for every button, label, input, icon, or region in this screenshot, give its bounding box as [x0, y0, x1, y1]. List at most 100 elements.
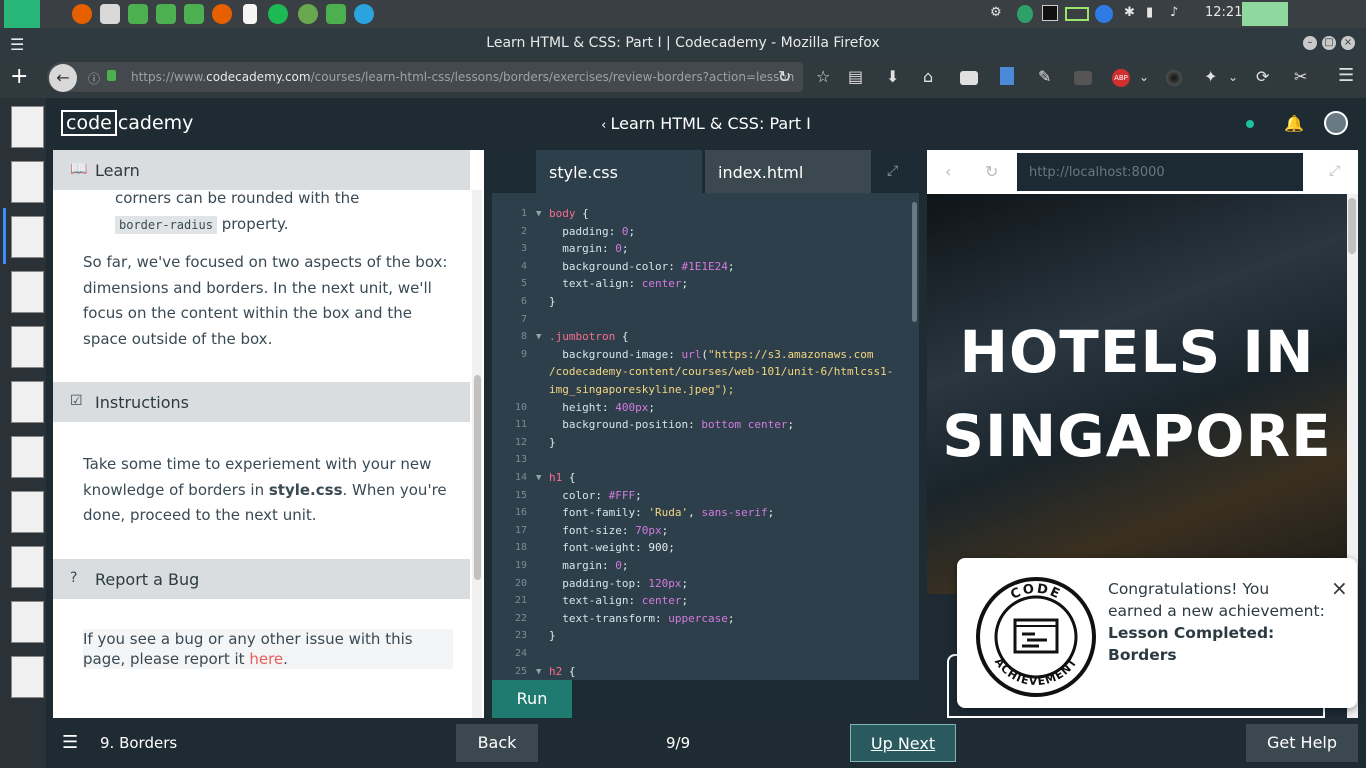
- folder-icon[interactable]: [156, 4, 176, 24]
- preview-reload-icon[interactable]: ↻: [985, 162, 998, 181]
- code-line[interactable]: 3 margin: 0;: [492, 240, 912, 258]
- sync-icon[interactable]: ⟳: [1256, 67, 1269, 86]
- up-next-button[interactable]: Up Next: [850, 724, 956, 762]
- tab-thumbnail[interactable]: [11, 161, 44, 203]
- report-link[interactable]: here: [249, 650, 283, 668]
- maximize-icon[interactable]: □: [1322, 36, 1336, 50]
- screen-icon[interactable]: [1042, 5, 1058, 21]
- expand-icon[interactable]: ⤢: [887, 163, 898, 179]
- close-icon[interactable]: ×: [1331, 576, 1348, 600]
- code-line[interactable]: 16 font-family: 'Ruda', sans-serif;: [492, 504, 912, 522]
- tab-thumbnail[interactable]: [11, 216, 44, 258]
- code-line[interactable]: img_singaporeskyline.jpeg");: [492, 381, 912, 399]
- code-line[interactable]: 4 background-color: #1E1E24;: [492, 258, 912, 276]
- minimize-icon[interactable]: –: [1303, 36, 1317, 50]
- run-button[interactable]: Run: [492, 680, 572, 718]
- extension-icon[interactable]: ✦: [1204, 67, 1217, 86]
- color-picker-icon[interactable]: [1166, 70, 1182, 86]
- firefox-icon[interactable]: [212, 4, 232, 24]
- close-icon[interactable]: ×: [1341, 36, 1355, 50]
- code-line[interactable]: 7: [492, 311, 912, 329]
- info-icon[interactable]: ⓘ: [88, 70, 100, 87]
- code-line[interactable]: 21 text-align: center;: [492, 592, 912, 610]
- code-line[interactable]: 25 ▼ h2 {: [492, 663, 912, 680]
- code-line[interactable]: 5 text-align: center;: [492, 275, 912, 293]
- code-line[interactable]: 1 ▼ body {: [492, 205, 912, 223]
- code-line[interactable]: 12}: [492, 434, 912, 452]
- clock[interactable]: 12:21: [1205, 5, 1242, 23]
- tab-thumbnail[interactable]: [11, 601, 44, 643]
- chevron-down-icon[interactable]: ⌄: [1139, 70, 1149, 84]
- code-line[interactable]: 11 background-position: bottom center;: [492, 416, 912, 434]
- lesson-name[interactable]: 9. Borders: [100, 734, 177, 752]
- editor-scrollbar[interactable]: [912, 202, 917, 322]
- firefox-icon[interactable]: [72, 4, 92, 24]
- download-icon[interactable]: ⬇: [886, 67, 899, 86]
- bookmark-star-icon[interactable]: ☆: [816, 67, 830, 86]
- back-button[interactable]: Back: [456, 724, 538, 762]
- code-line[interactable]: 23}: [492, 627, 912, 645]
- code-line[interactable]: 9 background-image: url("https://s3.amaz…: [492, 346, 912, 364]
- avatar[interactable]: [1324, 111, 1348, 135]
- bluetooth-icon[interactable]: ✱: [1124, 5, 1135, 23]
- code-line[interactable]: /codecademy-content/courses/web-101/unit…: [492, 363, 912, 381]
- code-line[interactable]: 24: [492, 645, 912, 663]
- notification-icon[interactable]: [1095, 5, 1113, 23]
- tab-index-html[interactable]: index.html: [705, 150, 871, 193]
- code-line[interactable]: 18 font-weight: 900;: [492, 539, 912, 557]
- battery-icon[interactable]: [1065, 7, 1089, 21]
- code-line[interactable]: 8 ▼ .jumbotron {: [492, 328, 912, 346]
- report-bug-header[interactable]: ? Report a Bug: [53, 559, 470, 599]
- code-line[interactable]: 6}: [492, 293, 912, 311]
- fold-icon[interactable]: ▼: [536, 328, 541, 346]
- tab-thumbnail[interactable]: [11, 271, 44, 313]
- tab-thumbnail[interactable]: [11, 656, 44, 698]
- signal-icon[interactable]: ▮: [1146, 5, 1153, 23]
- new-tab-icon[interactable]: +: [10, 64, 28, 89]
- get-help-button[interactable]: Get Help: [1246, 724, 1358, 762]
- tab-thumbnail[interactable]: [11, 491, 44, 533]
- document-icon[interactable]: [243, 4, 257, 24]
- tab-thumbnail[interactable]: [11, 106, 44, 148]
- code-line[interactable]: 15 color: #FFF;: [492, 487, 912, 505]
- tab-thumbnail[interactable]: [11, 436, 44, 478]
- preview-back-icon[interactable]: ‹: [945, 162, 951, 181]
- extension-icon[interactable]: [1074, 71, 1092, 85]
- reader-list-icon[interactable]: ▤: [848, 67, 863, 86]
- code-line[interactable]: 2 padding: 0;: [492, 223, 912, 241]
- code-line[interactable]: 13: [492, 451, 912, 469]
- preview-url[interactable]: http://localhost:8000: [1017, 153, 1303, 191]
- fold-icon[interactable]: ▼: [536, 663, 541, 680]
- hamburger-menu-icon[interactable]: ☰: [1338, 65, 1354, 86]
- preview-scrollbar-thumb[interactable]: [1348, 198, 1356, 254]
- fold-icon[interactable]: ▼: [536, 469, 541, 487]
- chrome-icon[interactable]: [298, 4, 318, 24]
- spotify-icon[interactable]: [268, 4, 288, 24]
- home-icon[interactable]: ⌂: [923, 67, 933, 86]
- settings-icon[interactable]: ⚙: [990, 5, 1002, 23]
- extension-icon[interactable]: [1000, 67, 1014, 85]
- folder-icon[interactable]: [128, 4, 148, 24]
- reload-icon[interactable]: ↻: [778, 67, 791, 86]
- volume-icon[interactable]: ♪: [1170, 5, 1178, 23]
- vpn-icon[interactable]: [1017, 5, 1033, 23]
- tab-style-css[interactable]: style.css: [536, 150, 702, 193]
- tab-thumbnail[interactable]: [11, 546, 44, 588]
- code-line[interactable]: 22 text-transform: uppercase;: [492, 610, 912, 628]
- app-menu-icon[interactable]: [4, 0, 40, 28]
- active-window-thumb[interactable]: [1242, 2, 1288, 26]
- pocket-icon[interactable]: [960, 71, 978, 85]
- folder-icon[interactable]: [184, 4, 204, 24]
- course-title[interactable]: ‹ Learn HTML & CSS: Part I: [46, 114, 1366, 133]
- code-line[interactable]: 17 font-size: 70px;: [492, 522, 912, 540]
- preview-expand-icon[interactable]: ⤢: [1329, 163, 1340, 179]
- fold-icon[interactable]: ▼: [536, 205, 541, 223]
- tab-thumbnail[interactable]: [11, 326, 44, 368]
- pen-icon[interactable]: ✎: [1038, 67, 1051, 86]
- code-line[interactable]: 20 padding-top: 120px;: [492, 575, 912, 593]
- adblock-icon[interactable]: ABP: [1112, 69, 1130, 87]
- url-text[interactable]: https://www.codecademy.com/courses/learn…: [131, 70, 794, 84]
- code-line[interactable]: 10 height: 400px;: [492, 399, 912, 417]
- screenshot-icon[interactable]: ✂: [1294, 67, 1307, 86]
- bell-icon[interactable]: 🔔: [1284, 114, 1304, 133]
